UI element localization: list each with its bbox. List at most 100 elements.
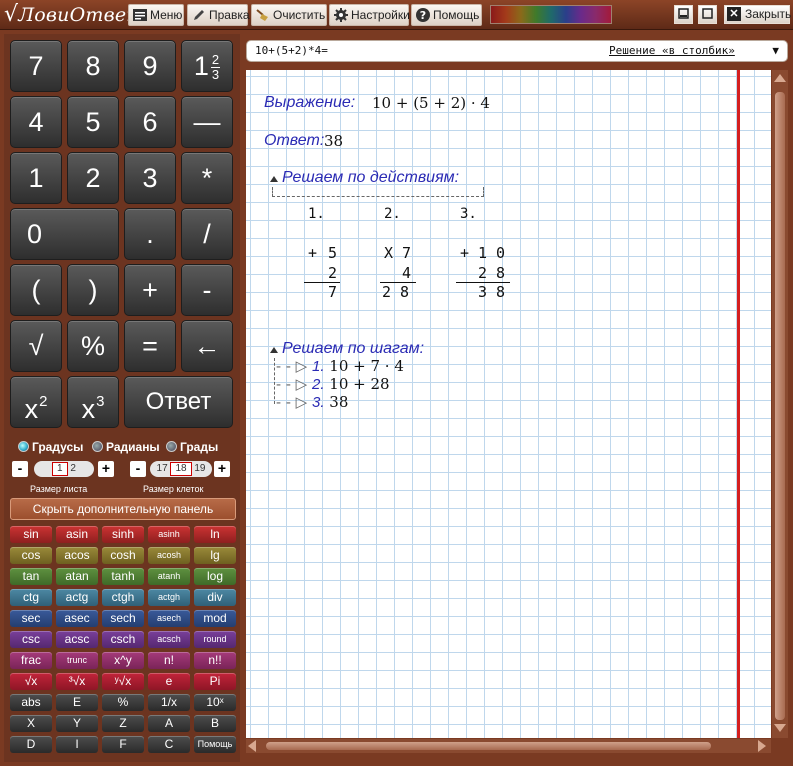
function-key[interactable]: atanh [148,568,190,585]
expression-input[interactable]: 10+(5+2)*4= Решение «в столбик» ▼ [246,40,788,62]
function-key[interactable]: D [10,736,52,753]
function-key[interactable]: ʸ√x [102,673,144,690]
clear-button[interactable]: Очистить [251,4,327,26]
radio-radians[interactable]: Радианы [92,440,160,456]
function-key[interactable]: asinh [148,526,190,543]
key-decimal-point[interactable]: . [124,208,176,260]
settings-button[interactable]: Настройки [329,4,410,26]
function-key[interactable]: csc [10,631,52,648]
key-x-squared[interactable]: x2 [10,376,62,428]
radio-degrees[interactable]: Градусы [18,440,83,456]
function-key[interactable]: n! [148,652,190,669]
function-key[interactable]: actg [56,589,98,606]
function-key[interactable]: C [148,736,190,753]
scroll-right-icon[interactable] [758,740,766,752]
function-key[interactable]: tan [10,568,52,585]
key-multiply[interactable]: * [181,152,233,204]
step-item[interactable]: - - ▷ 2. 10 + 28 [276,375,390,393]
key-6[interactable]: 6 [124,96,176,148]
function-key[interactable]: X [10,715,52,732]
function-key[interactable]: ctgh [102,589,144,606]
function-key[interactable]: ³√x [56,673,98,690]
function-key[interactable]: acos [56,547,98,564]
function-key[interactable]: atan [56,568,98,585]
function-key[interactable]: tanh [102,568,144,585]
function-key[interactable]: div [194,589,236,606]
cell-size-increase-button[interactable]: + [214,461,230,477]
function-key[interactable]: actgh [148,589,190,606]
function-key[interactable]: acosh [148,547,190,564]
collapse-triangle-icon[interactable] [270,347,278,353]
function-key[interactable]: sin [10,526,52,543]
function-key[interactable]: % [102,694,144,711]
function-key[interactable]: abs [10,694,52,711]
cell-size-decrease-button[interactable]: - [130,461,146,477]
key-percent[interactable]: % [67,320,119,372]
by-actions-heading[interactable]: Решаем по действиям: [282,169,459,187]
function-key[interactable]: n!! [194,652,236,669]
function-key[interactable]: √x [10,673,52,690]
step-item[interactable]: - - ▷ 3. 38 [276,393,348,411]
function-key[interactable]: Y [56,715,98,732]
close-button[interactable]: ✕ Закрыть [724,5,791,24]
vertical-scroll-thumb[interactable] [775,92,785,720]
function-key[interactable]: e [148,673,190,690]
function-key[interactable]: mod [194,610,236,627]
scroll-left-icon[interactable] [248,740,256,752]
key-8[interactable]: 8 [67,40,119,92]
key-5[interactable]: 5 [67,96,119,148]
key-mixed-fraction[interactable]: 123 [181,40,233,92]
key-backspace[interactable]: ← [181,320,233,372]
function-key[interactable]: F [102,736,144,753]
scroll-down-icon[interactable] [774,724,786,732]
key-plus[interactable]: + [124,264,176,316]
function-key[interactable]: cos [10,547,52,564]
menu-button[interactable]: Меню [128,4,184,26]
key-0[interactable]: 0 [10,208,119,260]
step-item[interactable]: - - ▷ 1. 10 + 7 · 4 [276,357,404,375]
function-key[interactable]: sec [10,610,52,627]
chevron-down-icon[interactable]: ▼ [772,41,779,61]
function-key[interactable]: I [56,736,98,753]
function-key[interactable]: A [148,715,190,732]
key-x-cubed[interactable]: x3 [67,376,119,428]
function-key[interactable]: ctg [10,589,52,606]
function-key[interactable]: log [194,568,236,585]
key-1[interactable]: 1 [10,152,62,204]
key-sqrt[interactable]: √ [10,320,62,372]
function-key[interactable]: csch [102,631,144,648]
radio-grads[interactable]: Грады [166,440,218,456]
function-key[interactable]: acsc [56,631,98,648]
scroll-up-icon[interactable] [774,74,786,82]
key-3[interactable]: 3 [124,152,176,204]
key-fraction-bar[interactable]: — [181,96,233,148]
vertical-scrollbar[interactable] [772,70,788,738]
solution-mode-select[interactable]: Решение «в столбик» [609,41,735,61]
function-key[interactable]: Pi [194,673,236,690]
key-7[interactable]: 7 [10,40,62,92]
function-key[interactable]: trunc [56,652,98,669]
function-key[interactable]: round [194,631,236,648]
edit-button[interactable]: Правка [187,4,250,26]
function-key[interactable]: B [194,715,236,732]
key-2[interactable]: 2 [67,152,119,204]
function-key[interactable]: acsch [148,631,190,648]
sheet-size-decrease-button[interactable]: - [12,461,28,477]
key-answer[interactable]: Ответ [124,376,233,428]
function-key[interactable]: asec [56,610,98,627]
help-button[interactable]: ? Помощь [411,4,482,26]
key-divide[interactable]: / [181,208,233,260]
sheet-size-increase-button[interactable]: + [98,461,114,477]
hide-extra-panel-button[interactable]: Скрыть дополнительную панель [10,498,236,520]
function-key[interactable]: ln [194,526,236,543]
color-palette[interactable] [490,5,612,24]
function-key[interactable]: lg [194,547,236,564]
key-close-paren[interactable]: ) [67,264,119,316]
function-key[interactable]: sinh [102,526,144,543]
function-key[interactable]: frac [10,652,52,669]
maximize-button[interactable] [698,5,717,24]
by-steps-heading[interactable]: Решаем по шагам: [282,340,424,358]
function-key[interactable]: 10ˣ [194,694,236,711]
function-key[interactable]: x^y [102,652,144,669]
key-minus[interactable]: - [181,264,233,316]
